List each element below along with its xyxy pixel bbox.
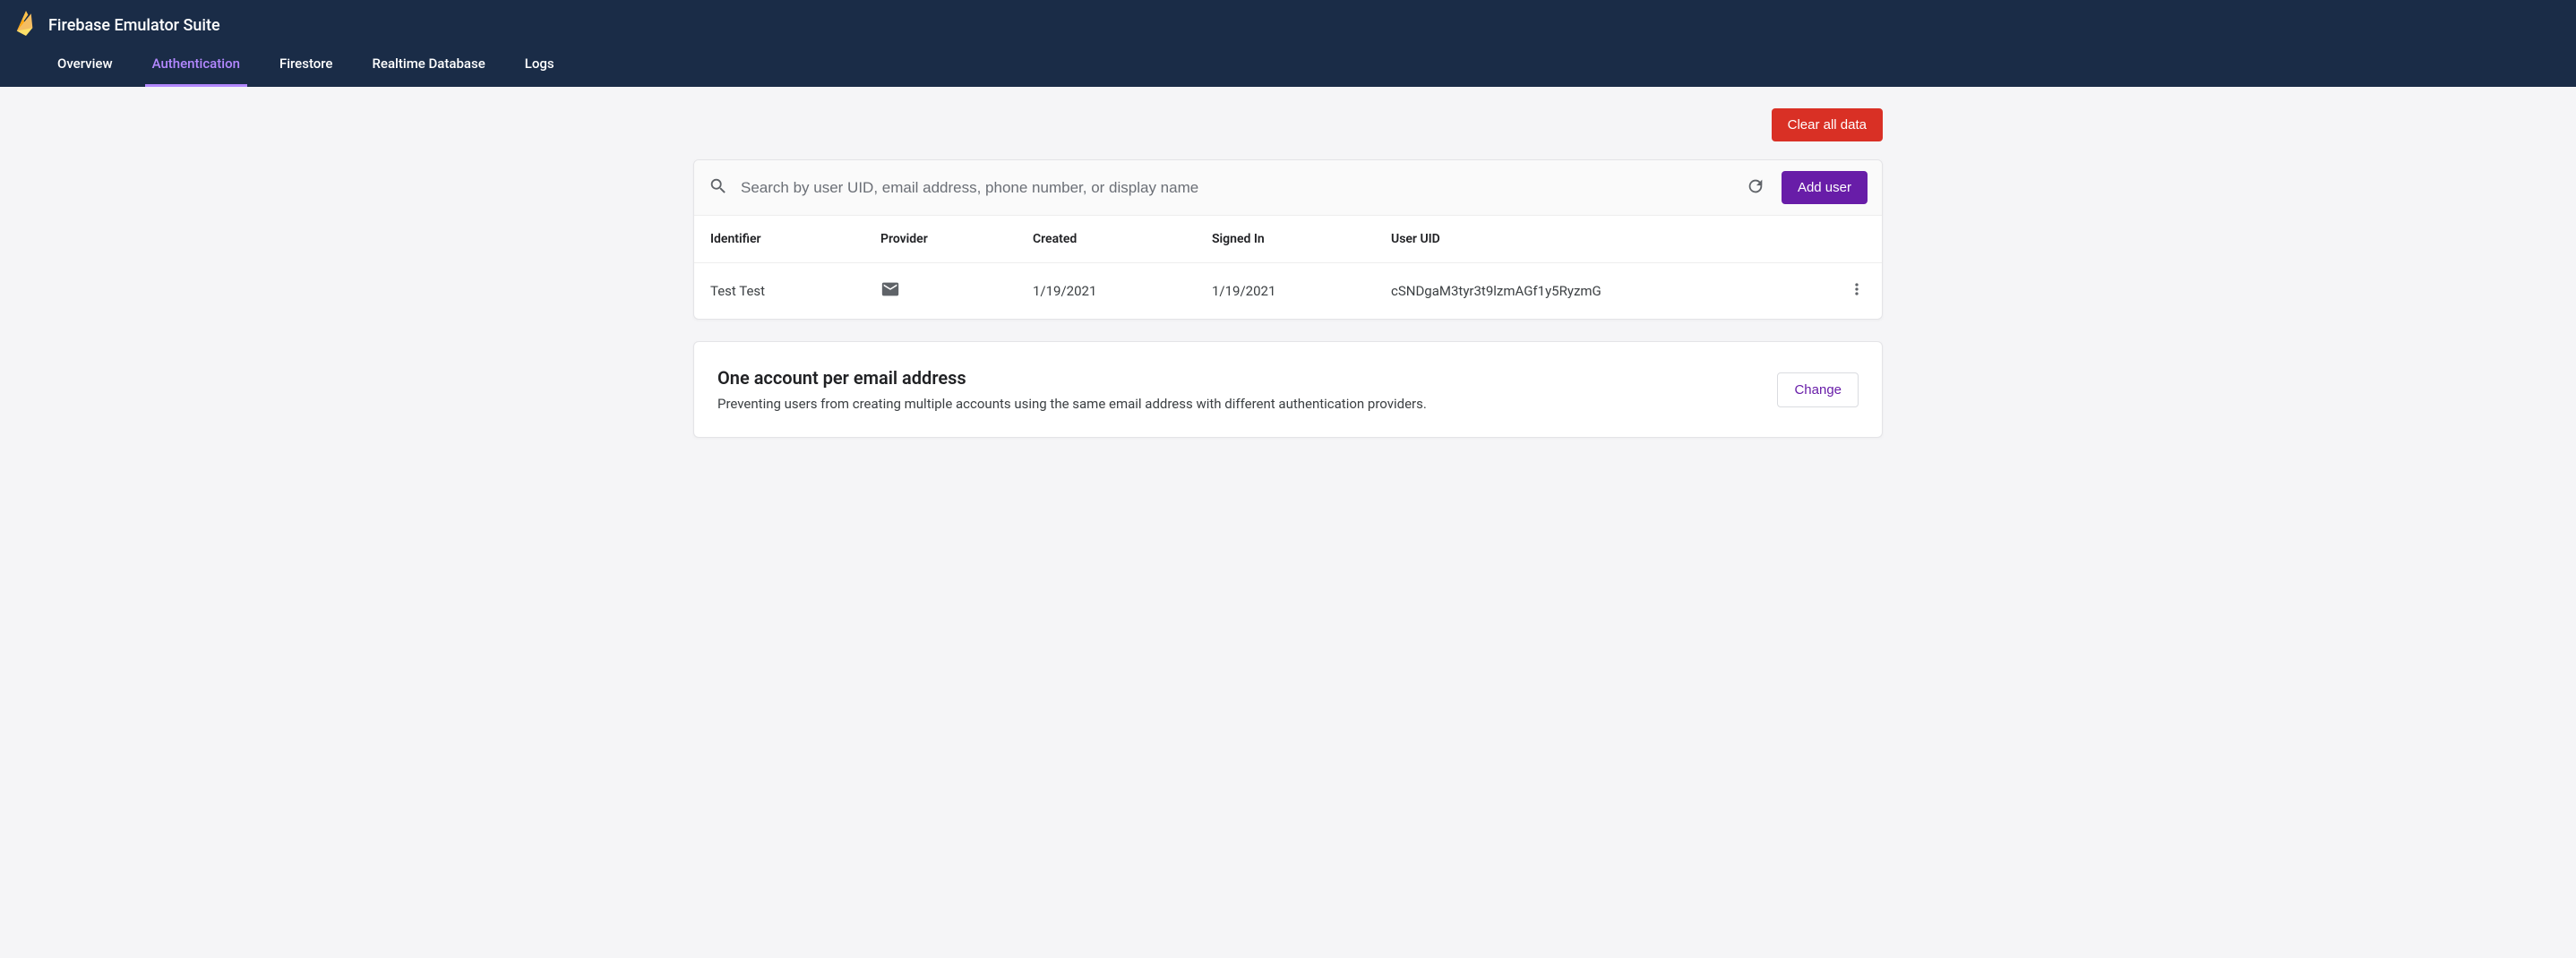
tab-firestore[interactable]: Firestore — [272, 43, 340, 87]
add-user-button[interactable]: Add user — [1782, 171, 1868, 204]
table-header: Identifier Provider Created Signed In Us… — [694, 216, 1882, 263]
search-input[interactable] — [741, 179, 1730, 197]
tab-overview[interactable]: Overview — [50, 43, 120, 87]
app-title: Firebase Emulator Suite — [48, 16, 220, 35]
search-icon — [708, 176, 728, 200]
col-created: Created — [1033, 232, 1212, 246]
refresh-button[interactable] — [1740, 171, 1771, 204]
search-row: Add user — [694, 160, 1882, 216]
cell-identifier: Test Test — [710, 283, 880, 299]
cell-created: 1/19/2021 — [1033, 283, 1212, 299]
firebase-logo-icon — [16, 11, 48, 39]
cell-user-uid: cSNDgaM3tyr3t9lzmAGf1y5RyzmG — [1391, 283, 1812, 299]
tab-logs[interactable]: Logs — [518, 43, 562, 87]
change-button[interactable]: Change — [1777, 372, 1859, 407]
col-signed-in: Signed In — [1212, 232, 1391, 246]
app-header: Firebase Emulator Suite Overview Authent… — [0, 0, 2576, 87]
refresh-icon — [1746, 176, 1765, 199]
clear-all-data-button[interactable]: Clear all data — [1772, 108, 1883, 141]
col-user-uid: User UID — [1391, 232, 1812, 246]
cell-signed-in: 1/19/2021 — [1212, 283, 1391, 299]
account-settings-card: One account per email address Preventing… — [693, 341, 1883, 438]
page-content: Clear all data Add user Identifier Provi… — [661, 87, 1915, 495]
brand: Firebase Emulator Suite — [0, 0, 2576, 43]
nav-tabs: Overview Authentication Firestore Realti… — [0, 43, 2576, 87]
col-identifier: Identifier — [710, 232, 880, 246]
tab-realtime-database[interactable]: Realtime Database — [365, 43, 492, 87]
table-row: Test Test 1/19/2021 1/19/2021 cSNDgaM3ty… — [694, 263, 1882, 319]
search-input-wrap — [708, 176, 1730, 200]
row-menu-button[interactable] — [1848, 280, 1866, 302]
settings-description: Preventing users from creating multiple … — [717, 396, 1427, 412]
tab-authentication[interactable]: Authentication — [145, 43, 247, 87]
col-provider: Provider — [880, 232, 1033, 246]
users-card: Add user Identifier Provider Created Sig… — [693, 159, 1883, 320]
top-actions: Clear all data — [693, 108, 1883, 141]
cell-provider — [880, 279, 1033, 303]
more-vert-icon — [1848, 286, 1866, 302]
settings-title: One account per email address — [717, 367, 1427, 389]
email-icon — [880, 279, 900, 303]
settings-text: One account per email address Preventing… — [717, 367, 1427, 412]
